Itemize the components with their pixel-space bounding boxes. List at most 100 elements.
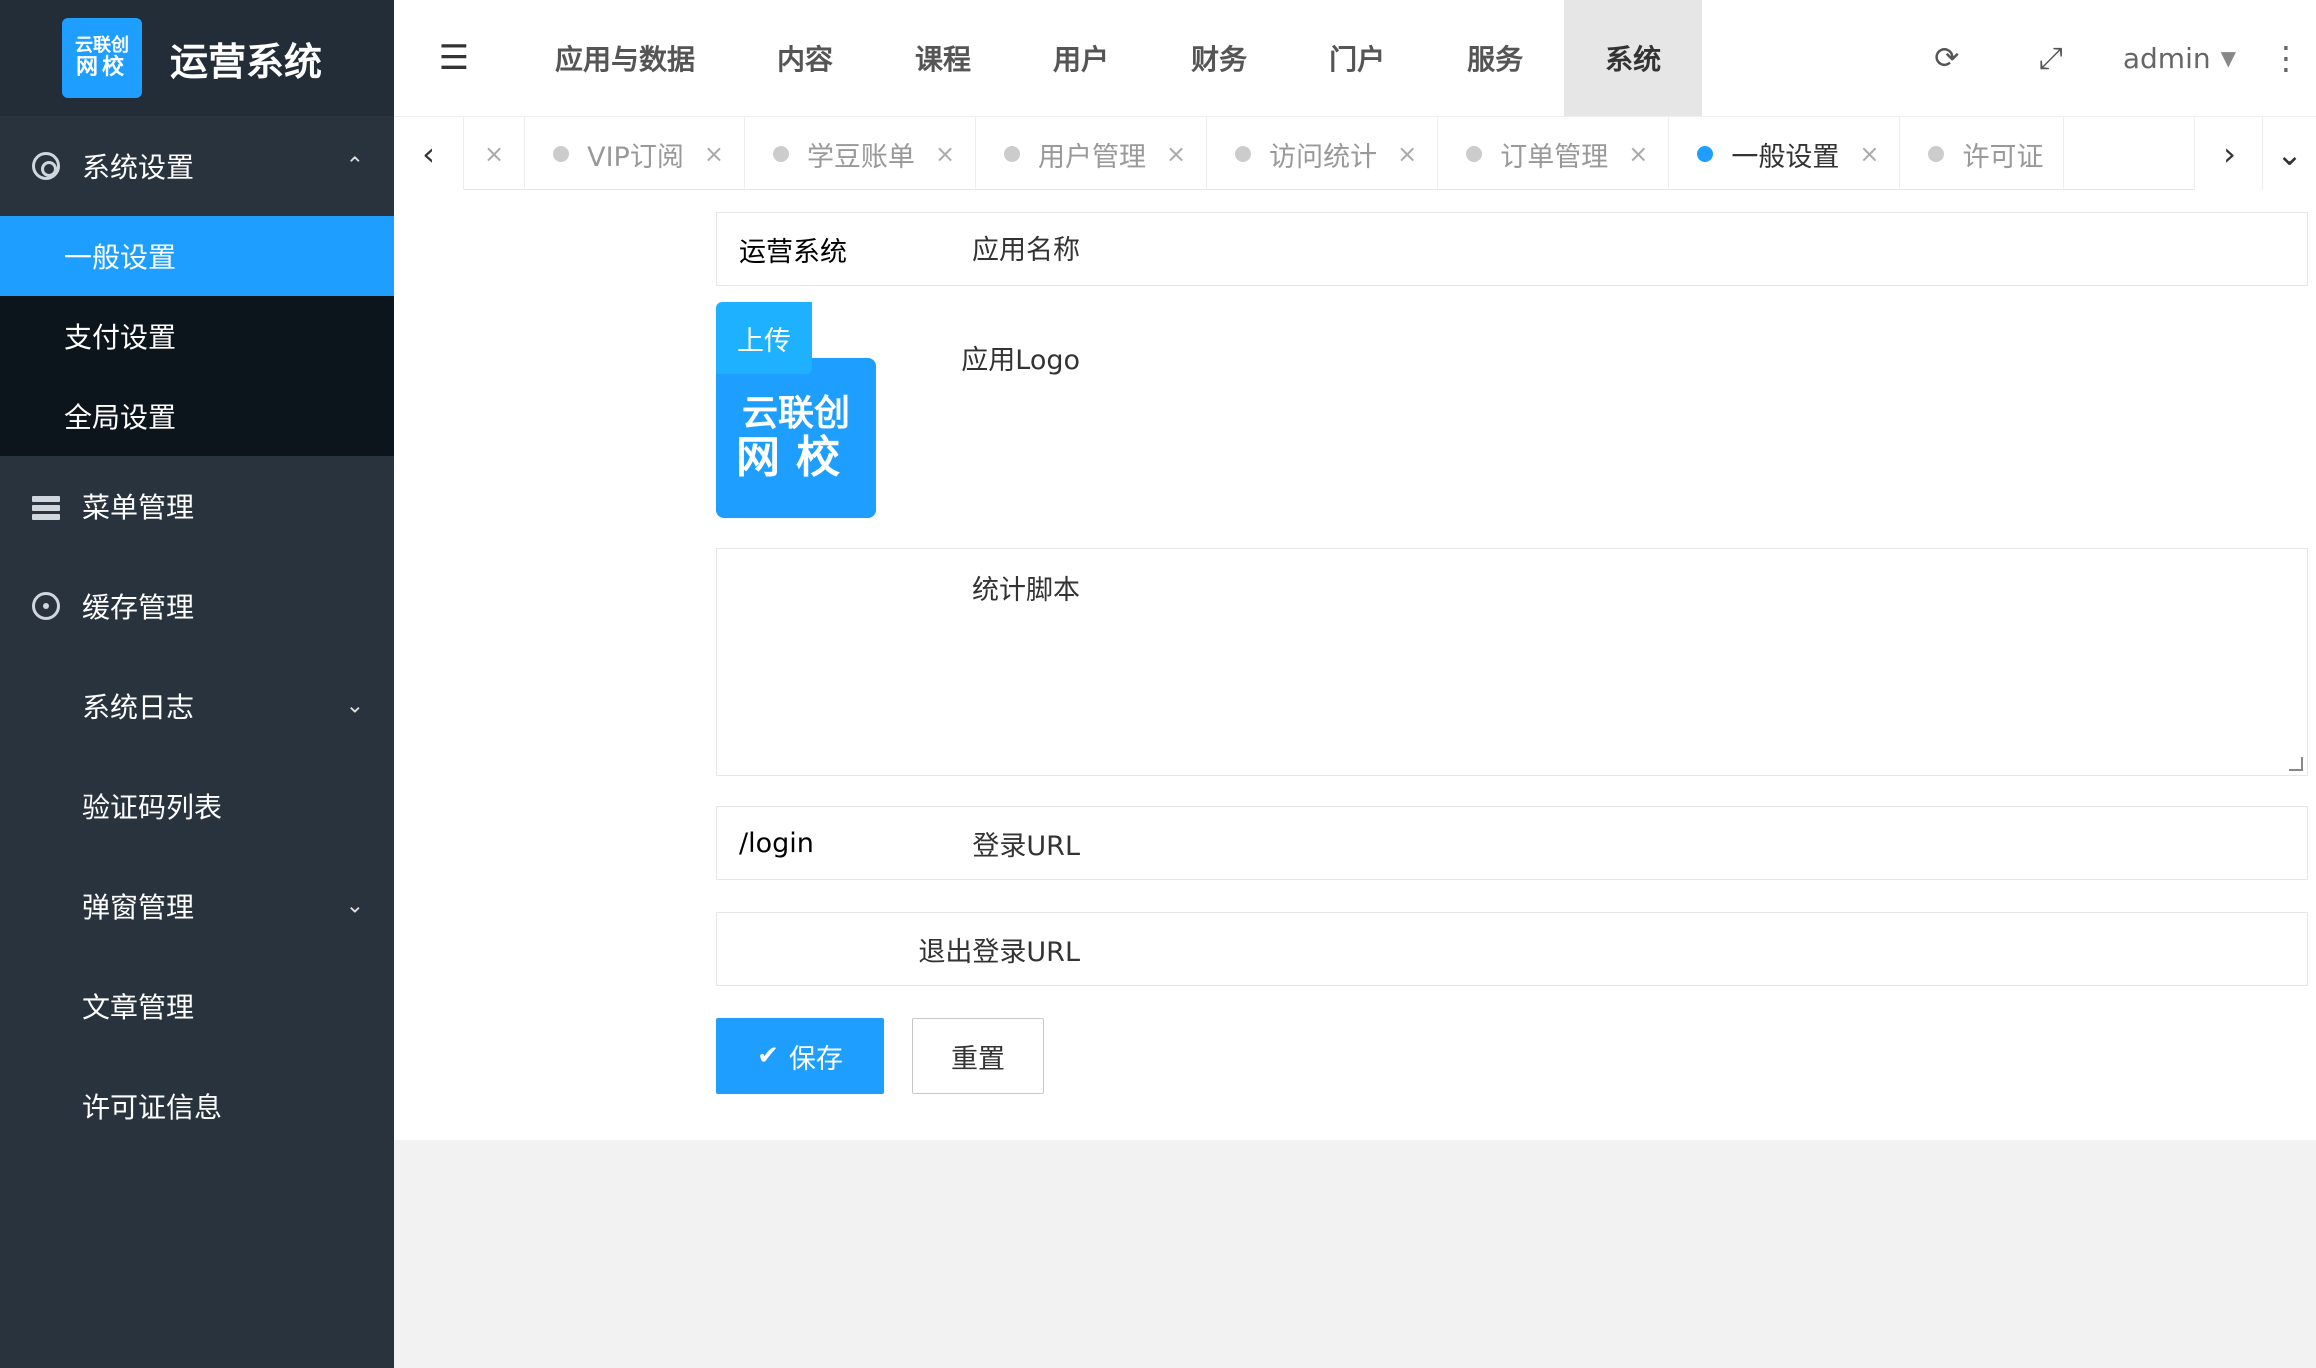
save-button[interactable]: ✔ 保存 <box>716 1018 884 1094</box>
sidebar-item-article-management[interactable]: 文章管理 <box>0 956 394 1056</box>
sidebar-item-cache-management[interactable]: 缓存管理 <box>0 556 394 656</box>
sidebar-item-label: 缓存管理 <box>82 591 195 624</box>
nav-services[interactable]: 服务 <box>1426 0 1564 116</box>
nav-portal[interactable]: 门户 <box>1288 0 1426 116</box>
sidebar-item-label: 验证码列表 <box>82 791 223 824</box>
fullscreen-icon[interactable]: ⤢ <box>1999 0 2103 116</box>
sidebar-item-payment-settings[interactable]: 支付设置 <box>0 296 394 376</box>
sidebar: 云联创 网校 运营系统 系统设置 ⌃ 一般设置 支付设置 全局设置 菜单管理 缓… <box>0 0 394 1368</box>
check-icon: ✔ <box>757 1041 779 1071</box>
script-textarea[interactable] <box>716 548 2308 776</box>
header-right: ⟳ ⤢ admin ▼ ⋮ <box>1895 0 2316 116</box>
tab-label: 学豆账单 <box>806 141 915 173</box>
sidebar-item-label: 许可证信息 <box>82 1091 223 1124</box>
tab-strip: × VIP订阅 × 学豆账单 × 用户管理 × 访问统计 × 订单管理 × 一般… <box>464 117 2194 191</box>
tab-dot-icon <box>1004 146 1021 162</box>
save-button-label: 保存 <box>788 1043 843 1075</box>
logout-url-input[interactable] <box>716 912 2308 986</box>
user-menu[interactable]: admin ▼ <box>2103 42 2256 75</box>
settings-ring-icon <box>32 152 60 180</box>
tabs-dropdown-icon[interactable]: ⌄ <box>2262 117 2316 191</box>
reset-button[interactable]: 重置 <box>912 1018 1044 1094</box>
tab-label: 订单管理 <box>1500 141 1609 173</box>
close-icon[interactable]: × <box>484 140 504 168</box>
tab-label: 许可证 <box>1962 141 2044 173</box>
tab-dot-icon <box>772 146 789 162</box>
tab-label: 用户管理 <box>1038 141 1147 173</box>
sidebar-item-general-settings[interactable]: 一般设置 <box>0 216 394 296</box>
sidebar-item-label: 全局设置 <box>64 401 177 434</box>
app-name-input[interactable]: 运营系统 <box>716 212 2308 286</box>
sidebar-item-label: 弹窗管理 <box>82 891 195 924</box>
close-icon[interactable]: × <box>1859 140 1879 168</box>
nav-users[interactable]: 用户 <box>1012 0 1150 116</box>
tab-label: VIP订阅 <box>587 141 684 173</box>
app-logo-label: 应用Logo <box>961 345 1080 376</box>
tab-label: 一般设置 <box>1731 141 1840 173</box>
tab-user-management[interactable]: 用户管理 × <box>976 117 1208 191</box>
tab-home-close[interactable]: × <box>464 117 526 191</box>
tab-dot-icon <box>1697 146 1714 162</box>
chevron-down-icon: ⌄ <box>345 693 364 719</box>
nav-app-data[interactable]: 应用与数据 <box>514 0 736 116</box>
caret-down-icon: ▼ <box>2220 46 2236 70</box>
close-icon[interactable]: × <box>1166 140 1186 168</box>
page-tabs: ‹ × VIP订阅 × 学豆账单 × 用户管理 × 访问统计 × 订单管理 × <box>394 116 2316 191</box>
nav-finance[interactable]: 财务 <box>1150 0 1288 116</box>
brand-logo: 云联创 网校 <box>62 18 142 98</box>
close-icon[interactable]: × <box>704 140 724 168</box>
app-logo-image: 云联创 网校 <box>716 358 876 518</box>
target-icon <box>32 592 60 620</box>
logo-line2: 网校 <box>736 431 856 483</box>
upload-button[interactable]: 上传 <box>716 302 812 374</box>
sidebar-item-menu-management[interactable]: 菜单管理 <box>0 456 394 556</box>
username: admin <box>2122 41 2211 75</box>
sidebar-item-label: 一般设置 <box>64 241 177 274</box>
sidebar-item-license-info[interactable]: 许可证信息 <box>0 1056 394 1156</box>
tab-bean-bill[interactable]: 学豆账单 × <box>745 117 977 191</box>
tab-general-settings[interactable]: 一般设置 × <box>1669 117 1901 191</box>
sidebar-item-global-settings[interactable]: 全局设置 <box>0 376 394 456</box>
close-icon[interactable]: × <box>1397 140 1417 168</box>
nav-courses[interactable]: 课程 <box>874 0 1012 116</box>
tab-dot-icon <box>1235 146 1252 162</box>
brand-title: 运营系统 <box>170 39 323 84</box>
close-icon[interactable]: × <box>935 140 955 168</box>
tab-dot-icon <box>553 146 570 162</box>
sidebar-submenu: 一般设置 支付设置 全局设置 <box>0 216 394 456</box>
menu-toggle-icon[interactable]: ☰ <box>394 0 514 116</box>
sidebar-item-system-logs[interactable]: 系统日志 ⌄ <box>0 656 394 756</box>
brand-logo-line2: 网校 <box>75 54 128 80</box>
tab-vip[interactable]: VIP订阅 × <box>525 117 745 191</box>
sidebar-item-label: 系统日志 <box>82 691 195 724</box>
top-header: ☰ 应用与数据 内容 课程 用户 财务 门户 服务 系统 ⟳ ⤢ admin ▼… <box>394 0 2316 116</box>
close-icon[interactable]: × <box>1628 140 1648 168</box>
server-icon <box>32 492 60 520</box>
sidebar-item-captcha-list[interactable]: 验证码列表 <box>0 756 394 856</box>
settings-form: 应用名称 运营系统 应用Logo 上传 云联创 网校 统计脚本 登录URL /l… <box>394 190 2316 1140</box>
tab-dot-icon <box>1928 146 1945 162</box>
tabs-scroll-left-icon[interactable]: ‹ <box>394 117 464 191</box>
tab-dot-icon <box>1466 146 1483 162</box>
nav-content[interactable]: 内容 <box>736 0 874 116</box>
chevron-up-icon: ⌃ <box>345 153 364 179</box>
login-url-input[interactable]: /login <box>716 806 2308 880</box>
sidebar-item-label: 支付设置 <box>64 321 177 354</box>
logo-line1: 云联创 <box>741 393 850 434</box>
more-vertical-icon[interactable]: ⋮ <box>2256 0 2316 116</box>
sidebar-item-popup-management[interactable]: 弹窗管理 ⌄ <box>0 856 394 956</box>
brand: 云联创 网校 运营系统 <box>0 0 394 116</box>
tab-label: 访问统计 <box>1269 141 1378 173</box>
sidebar-group-label: 系统设置 <box>82 151 195 184</box>
tabs-scroll-right-icon[interactable]: › <box>2194 117 2264 191</box>
chevron-down-icon: ⌄ <box>345 893 364 919</box>
brand-logo-line1: 云联创 <box>75 35 129 56</box>
sidebar-item-label: 菜单管理 <box>82 491 195 524</box>
sidebar-item-label: 文章管理 <box>82 991 195 1024</box>
tab-order-management[interactable]: 订单管理 × <box>1438 117 1670 191</box>
refresh-icon[interactable]: ⟳ <box>1895 0 1999 116</box>
tab-license[interactable]: 许可证 <box>1900 117 2065 191</box>
nav-system[interactable]: 系统 <box>1564 0 1703 116</box>
tab-visit-stats[interactable]: 访问统计 × <box>1207 117 1439 191</box>
sidebar-group-system-settings[interactable]: 系统设置 ⌃ <box>0 116 394 216</box>
